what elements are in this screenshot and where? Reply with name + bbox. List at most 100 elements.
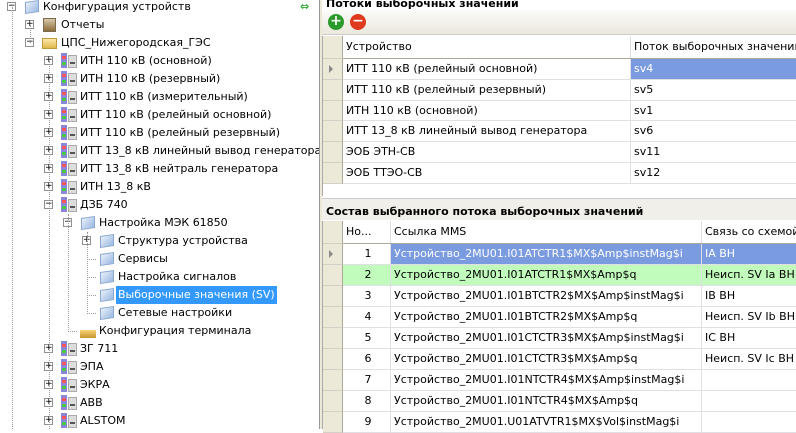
table-row[interactable]: ЭОБ ЭТН-СВ sv11 — [323, 142, 796, 163]
row-selector[interactable] — [323, 307, 343, 328]
tree-node[interactable]: − ЦПС_Нижегородская_ГЭС — [0, 34, 319, 52]
mms-ref-cell[interactable]: Устройство_2MU01.U01ATVTR1$MX$Vol$instMa… — [391, 412, 702, 432]
table-row[interactable]: 3 Устройство_2MU01.I01BTCTR2$MX$Amp$instM… — [323, 286, 796, 307]
number-cell[interactable]: 1 — [343, 244, 391, 264]
tree-node[interactable]: + ИТТ 110 кВ (релейный основной) — [0, 106, 319, 124]
column-header[interactable]: Поток выборочных значений — [631, 36, 796, 58]
device-cell[interactable]: ИТТ 110 кВ (релейный резервный) — [343, 79, 631, 100]
number-cell[interactable]: 8 — [343, 391, 391, 411]
mms-ref-cell[interactable]: Устройство_2MU01.I01NTCTR4$MX$Amp$instMa… — [391, 370, 702, 390]
table-row[interactable]: 6 Устройство_2MU01.I01CTCTR3$MX$Amp$q Неис… — [323, 349, 796, 370]
scheme-link-cell[interactable] — [702, 391, 796, 411]
stream-cell[interactable]: sv5 — [631, 80, 796, 100]
table-row[interactable]: ИТТ 110 кВ (релейный резервный) sv5 — [323, 79, 796, 101]
table-row[interactable]: ИТН 110 кВ (основной) sv1 — [323, 100, 796, 122]
row-selector[interactable] — [323, 142, 343, 163]
stream-cell[interactable]: sv11 — [631, 142, 796, 162]
mms-ref-cell[interactable]: Устройство_2MU01.I01ATCTR1$MX$Amp$q — [391, 265, 702, 285]
tree-node[interactable]: + ИТН 110 кВ (резервный) — [0, 70, 319, 88]
column-header[interactable]: Устройство — [343, 36, 631, 58]
number-cell[interactable]: 2 — [343, 265, 391, 285]
remove-button[interactable]: − — [350, 14, 366, 30]
stream-cell[interactable]: sv4 — [631, 59, 796, 79]
scheme-link-cell[interactable] — [702, 412, 796, 432]
row-selector[interactable] — [323, 244, 343, 265]
stream-cell[interactable]: sv12 — [631, 163, 796, 183]
number-cell[interactable]: 4 — [343, 307, 391, 327]
scheme-link-cell[interactable]: Неисп. SV Ia ВН — [702, 265, 796, 285]
number-cell[interactable]: 9 — [343, 412, 391, 432]
device-cell[interactable]: ЭОБ ТТЭО-СВ — [343, 163, 631, 183]
row-selector[interactable] — [323, 59, 343, 80]
tree-node[interactable]: + ЭКРА — [0, 376, 319, 394]
column-header[interactable]: Но... — [343, 221, 391, 243]
scheme-link-cell[interactable]: IA ВН — [702, 244, 796, 264]
tree-node[interactable]: Выборочные значения (SV) — [0, 286, 319, 304]
device-cell[interactable]: ИТН 110 кВ (основной) — [343, 100, 631, 121]
table-row[interactable]: 5 Устройство_2MU01.I01CTCTR3$MX$Amp$instM… — [323, 328, 796, 349]
device-cell[interactable]: ЭОБ ЭТН-СВ — [343, 142, 631, 162]
mms-ref-cell[interactable]: Устройство_2MU01.I01CTCTR3$MX$Amp$instMa… — [391, 328, 702, 348]
row-selector[interactable] — [323, 100, 343, 122]
row-selector[interactable] — [323, 121, 343, 143]
tree-node[interactable]: − Настройка МЭК 61850 — [0, 214, 319, 232]
tree-node[interactable]: + ИТТ 13_8 кВ нейтраль генератора — [0, 160, 319, 178]
device-cell[interactable]: ИТТ 110 кВ (релейный основной) — [343, 59, 631, 79]
device-tree[interactable]: − Конфигурация устройств + Отчеты − ЦПС_Нижег… — [0, 0, 319, 429]
tree-node[interactable]: + ABB — [0, 394, 319, 412]
tree-node[interactable]: + ALSTOM — [0, 412, 319, 429]
row-selector[interactable] — [323, 265, 343, 286]
tree-node[interactable]: − ДЗБ 740 — [0, 196, 319, 214]
tree-node[interactable]: Сетевые настройки — [0, 304, 319, 322]
device-cell[interactable]: ИТТ 13_8 кВ линейный вывод генератора — [343, 121, 631, 142]
column-header[interactable]: Ссылка MMS — [391, 221, 702, 243]
tree-node[interactable]: + ИТН 110 кВ (основной) — [0, 52, 319, 70]
scheme-link-cell[interactable]: Неисп. SV Ib ВН — [702, 307, 796, 327]
table-row[interactable]: ИТТ 13_8 кВ линейный вывод генератора sv6 — [323, 121, 796, 143]
stream-cell[interactable]: sv6 — [631, 121, 796, 141]
tree-node[interactable]: + ЭПА — [0, 358, 319, 376]
row-selector[interactable] — [323, 328, 343, 349]
number-cell[interactable]: 5 — [343, 328, 391, 348]
mms-ref-cell[interactable]: Устройство_2MU01.I01BTCTR2$MX$Amp$q — [391, 307, 702, 327]
number-cell[interactable]: 7 — [343, 370, 391, 390]
stream-cell[interactable]: sv1 — [631, 101, 796, 121]
mms-ref-cell[interactable]: Устройство_2MU01.I01CTCTR3$MX$Amp$q — [391, 349, 702, 369]
scheme-link-cell[interactable] — [702, 370, 796, 390]
tree-node[interactable]: Сервисы — [0, 250, 319, 268]
row-selector[interactable] — [323, 349, 343, 370]
tree-node[interactable]: + ИТТ 13_8 кВ линейный вывод генератора — [0, 142, 319, 160]
mms-ref-cell[interactable]: Устройство_2MU01.I01NTCTR4$MX$Amp$q — [391, 391, 702, 411]
sync-arrows-icon[interactable]: ⇔ — [300, 1, 316, 13]
scheme-link-cell[interactable]: IB ВН — [702, 286, 796, 306]
tree-node[interactable]: + ИТН 13_8 кВ — [0, 178, 319, 196]
row-selector[interactable] — [323, 412, 343, 433]
tree-node[interactable]: − Конфигурация устройств — [0, 0, 319, 16]
tree-node[interactable]: + ЗГ 711 — [0, 340, 319, 358]
row-selector[interactable] — [323, 286, 343, 307]
table-row[interactable]: 8 Устройство_2MU01.I01NTCTR4$MX$Amp$q — [323, 391, 796, 412]
scheme-link-cell[interactable]: Неисп. SV Ic ВН — [702, 349, 796, 369]
tree-node[interactable]: + ИТТ 110 кВ (измерительный) — [0, 88, 319, 106]
table-row[interactable]: ЭОБ ТТЭО-СВ sv12 — [323, 163, 796, 184]
row-selector[interactable] — [323, 370, 343, 391]
row-selector[interactable] — [323, 163, 343, 184]
table-row[interactable]: ИТТ 110 кВ (релейный основной) sv4 — [323, 59, 796, 80]
number-cell[interactable]: 6 — [343, 349, 391, 369]
table-row[interactable]: 7 Устройство_2MU01.I01NTCTR4$MX$Amp$instM… — [323, 370, 796, 391]
table-row[interactable]: 9 Устройство_2MU01.U01ATVTR1$MX$Vol$instM… — [323, 412, 796, 433]
mms-ref-cell[interactable]: Устройство_2MU01.I01ATCTR1$MX$Amp$instMa… — [391, 244, 702, 264]
tree-node[interactable]: + ИТТ 110 кВ (релейный резервный) — [0, 124, 319, 142]
table-row[interactable]: 1 Устройство_2MU01.I01ATCTR1$MX$Amp$instM… — [323, 244, 796, 265]
tree-node[interactable]: Конфигурация терминала — [0, 322, 319, 340]
number-cell[interactable]: 3 — [343, 286, 391, 306]
tree-node[interactable]: + Отчеты — [0, 16, 319, 34]
table-row[interactable]: 4 Устройство_2MU01.I01BTCTR2$MX$Amp$q Неис… — [323, 307, 796, 328]
row-selector[interactable] — [323, 391, 343, 412]
column-header[interactable]: Связь со схемой — [702, 221, 796, 243]
tree-node[interactable]: + Структура устройства — [0, 232, 319, 250]
table-row[interactable]: 2 Устройство_2MU01.I01ATCTR1$MX$Amp$q Неис… — [323, 265, 796, 286]
add-button[interactable]: + — [328, 14, 344, 30]
scheme-link-cell[interactable]: IC ВН — [702, 328, 796, 348]
row-selector[interactable] — [323, 79, 343, 101]
